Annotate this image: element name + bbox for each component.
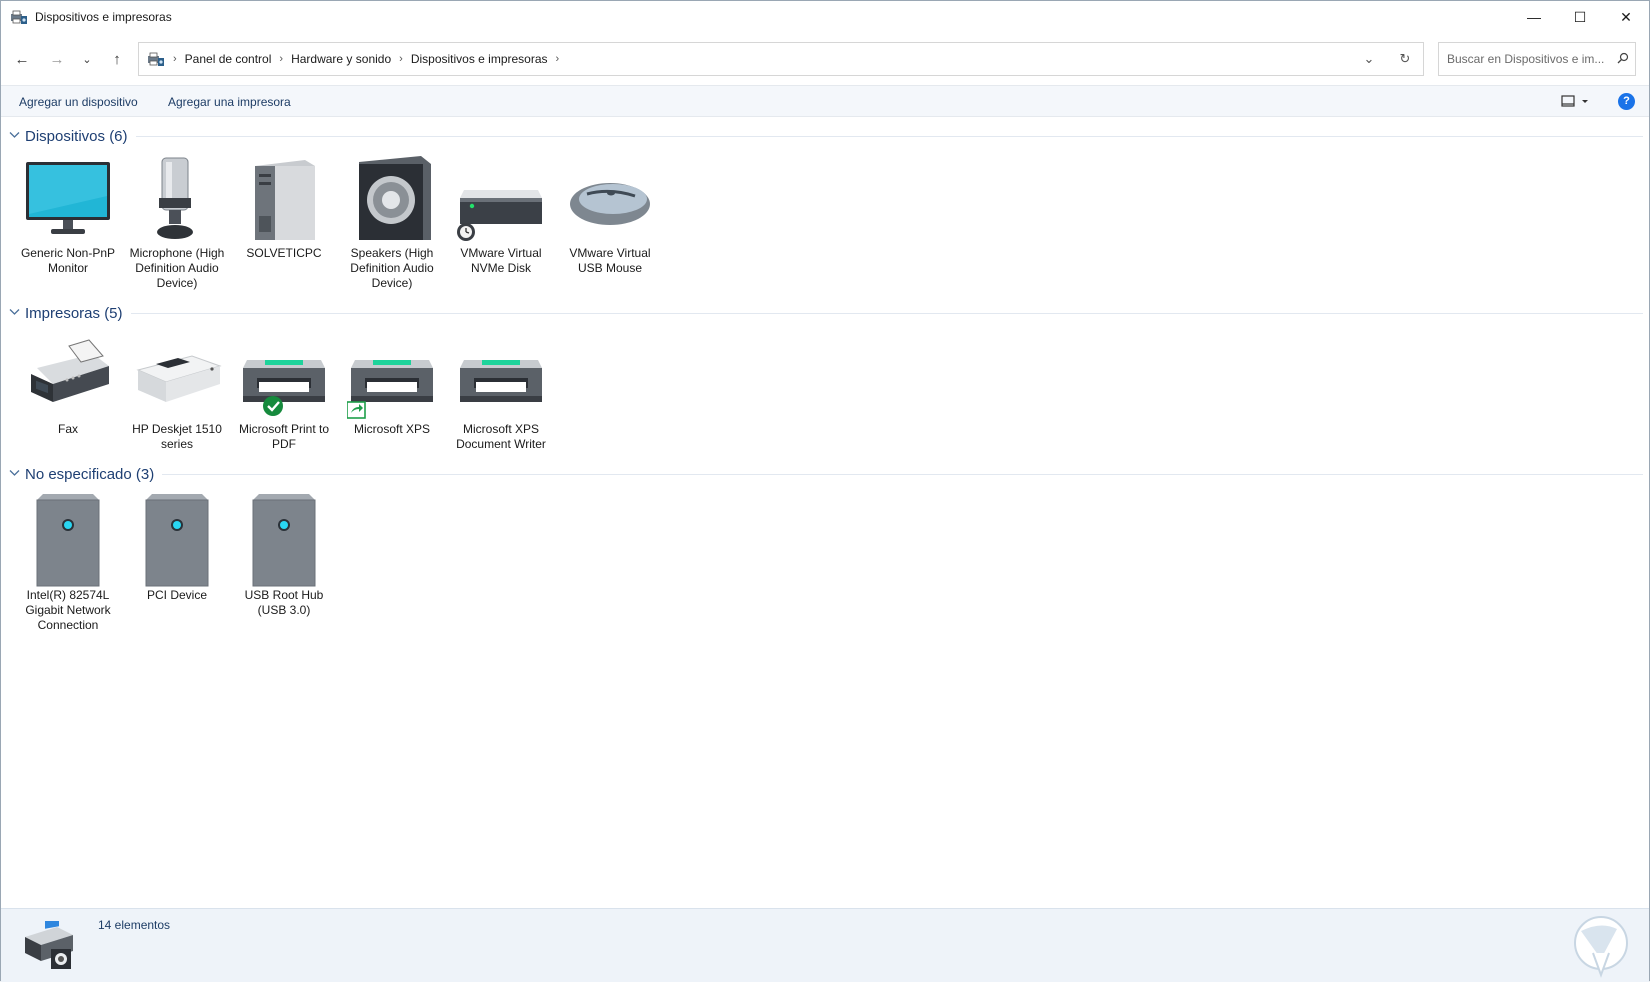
printer-item-print-to-pdf[interactable]: Microsoft Print to PDF — [232, 332, 336, 452]
item-count-text: 14 elementos — [98, 918, 171, 932]
close-button[interactable]: ✕ — [1603, 1, 1649, 33]
fax-icon — [23, 332, 113, 422]
breadcrumb-separator[interactable]: › — [173, 53, 177, 65]
microphone-icon — [132, 156, 222, 246]
details-pane: 14 elementos — [1, 908, 1649, 982]
window-title: Dispositivos e impresoras — [35, 10, 172, 24]
device-item-microphone[interactable]: Microphone (High Definition Audio Device… — [125, 156, 229, 291]
add-device-button[interactable]: Agregar un dispositivo — [19, 95, 138, 109]
monitor-icon — [23, 156, 113, 246]
group-header-printers[interactable]: Impresoras (5) — [9, 303, 1643, 323]
printer-icon — [346, 332, 437, 422]
group-divider — [130, 312, 1643, 314]
printer-label: Microsoft XPS Document Writer — [456, 422, 546, 451]
printer-label: Microsoft XPS — [353, 422, 431, 436]
printer-icon — [456, 332, 546, 422]
printer-item-fax[interactable]: Fax — [16, 332, 120, 437]
devices-printers-window: Dispositivos e impresoras — ☐ ✕ ← → ⌄ ↑ … — [0, 0, 1650, 982]
minimize-button[interactable]: — — [1511, 1, 1557, 33]
device-item-nvme-disk[interactable]: VMware Virtual NVMe Disk — [449, 156, 553, 276]
unspecified-item-usb-root-hub[interactable]: USB Root Hub (USB 3.0) — [232, 490, 336, 618]
change-view-button[interactable] — [1561, 94, 1591, 111]
devices-printers-location-icon — [147, 51, 165, 67]
inkjet-printer-icon — [132, 332, 222, 422]
disk-drive-icon — [456, 156, 546, 246]
address-history-dropdown-button[interactable]: ⌄ — [1351, 51, 1387, 67]
group-title-devices: Dispositivos (6) — [25, 127, 128, 145]
device-label: Speakers (High Definition Audio Device) — [350, 246, 434, 290]
printer-item-microsoft-xps[interactable]: Microsoft XPS — [340, 332, 444, 437]
mouse-icon — [565, 156, 655, 246]
maximize-button[interactable]: ☐ — [1557, 1, 1603, 33]
chevron-down-icon[interactable] — [9, 307, 23, 319]
help-button[interactable]: ? — [1618, 93, 1635, 110]
printer-icon — [239, 332, 329, 422]
navigation-bar: ← → ⌄ ↑ › Panel de control › Hardware y … — [1, 39, 1649, 79]
device-item-monitor[interactable]: Generic Non-PnP Monitor — [16, 156, 120, 276]
address-bar-actions: ⌄ ↻ — [1351, 43, 1423, 75]
breadcrumb-separator[interactable]: › — [399, 53, 403, 65]
unspecified-item-intel-network[interactable]: Intel(R) 82574L Gigabit Network Connecti… — [16, 490, 120, 633]
generic-device-box-icon — [132, 490, 222, 588]
group-title-unspecified: No especificado (3) — [25, 465, 155, 483]
printer-item-hp-deskjet[interactable]: HP Deskjet 1510 series — [125, 332, 229, 452]
refresh-button[interactable]: ↻ — [1387, 51, 1423, 67]
unspecified-item-pci-device[interactable]: PCI Device — [125, 490, 229, 603]
search-input[interactable]: Buscar en Dispositivos e im... — [1447, 52, 1611, 66]
device-label: VMware Virtual NVMe Disk — [460, 246, 542, 275]
recent-locations-button[interactable]: ⌄ — [74, 47, 100, 71]
device-list: Dispositivos (6) Generic Non-PnP Monitor — [1, 118, 1649, 908]
computer-tower-icon — [239, 156, 329, 246]
device-item-usb-mouse[interactable]: VMware Virtual USB Mouse — [558, 156, 662, 276]
printer-item-xps-document-writer[interactable]: Microsoft XPS Document Writer — [449, 332, 553, 452]
window-controls: — ☐ ✕ — [1511, 1, 1649, 33]
devices-printers-large-icon — [21, 918, 77, 971]
printer-label: HP Deskjet 1510 series — [132, 422, 222, 451]
view-options-icon — [1561, 95, 1588, 107]
brand-watermark-logo — [1571, 913, 1631, 979]
breadcrumb-hardware-y-sonido[interactable]: Hardware y sonido — [291, 52, 391, 66]
device-label: VMware Virtual USB Mouse — [569, 246, 651, 275]
back-button[interactable]: ← — [9, 47, 35, 71]
up-button[interactable]: ↑ — [104, 47, 130, 71]
device-item-speakers[interactable]: Speakers (High Definition Audio Device) — [340, 156, 444, 291]
breadcrumb-separator[interactable]: › — [279, 53, 283, 65]
group-title-printers: Impresoras (5) — [25, 304, 123, 322]
speaker-icon — [347, 156, 437, 246]
address-bar[interactable]: › Panel de control › Hardware y sonido ›… — [138, 42, 1424, 76]
breadcrumb-dispositivos-e-impresoras[interactable]: Dispositivos e impresoras — [411, 52, 548, 66]
search-box[interactable]: Buscar en Dispositivos e im... — [1438, 42, 1636, 76]
device-label: PCI Device — [146, 588, 208, 602]
printer-label: Microsoft Print to PDF — [238, 422, 330, 451]
search-icon[interactable] — [1611, 52, 1635, 67]
command-bar: Agregar un dispositivo Agregar una impre… — [1, 85, 1649, 117]
breadcrumb-separator[interactable]: › — [556, 53, 560, 65]
title-bar: Dispositivos e impresoras — ☐ ✕ — [1, 1, 1649, 33]
generic-device-box-icon — [23, 490, 113, 588]
group-divider — [162, 473, 1643, 475]
generic-device-box-icon — [239, 490, 329, 588]
device-label: USB Root Hub (USB 3.0) — [244, 588, 324, 617]
chevron-down-icon[interactable] — [9, 130, 23, 142]
device-label: Intel(R) 82574L Gigabit Network Connecti… — [25, 588, 111, 632]
group-header-devices[interactable]: Dispositivos (6) — [9, 126, 1643, 146]
printer-label: Fax — [57, 422, 78, 436]
chevron-down-icon[interactable] — [9, 468, 23, 480]
device-label: Microphone (High Definition Audio Device… — [129, 246, 225, 290]
device-item-computer[interactable]: SOLVETICPC — [232, 156, 336, 261]
device-label: SOLVETICPC — [246, 246, 322, 260]
devices-printers-app-icon — [10, 9, 28, 25]
breadcrumb-panel-de-control[interactable]: Panel de control — [185, 52, 272, 66]
group-divider — [135, 135, 1643, 137]
group-header-unspecified[interactable]: No especificado (3) — [9, 464, 1643, 484]
forward-button[interactable]: → — [44, 47, 70, 71]
add-printer-button[interactable]: Agregar una impresora — [168, 95, 291, 109]
device-label: Generic Non-PnP Monitor — [20, 246, 116, 275]
